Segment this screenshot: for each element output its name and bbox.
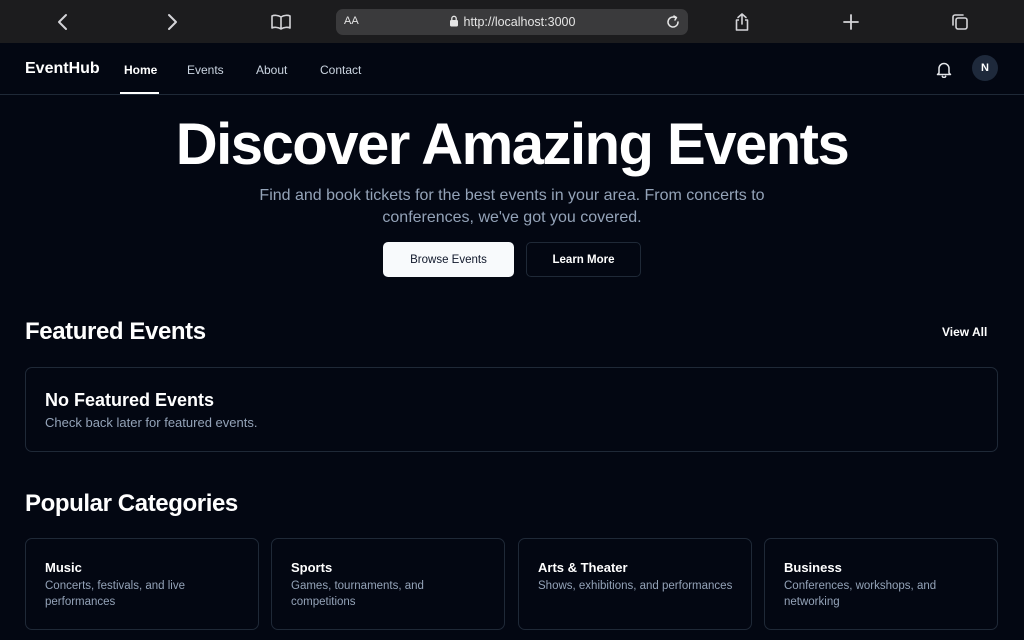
avatar[interactable]: N: [972, 55, 998, 81]
active-nav-indicator: [120, 92, 159, 94]
forward-icon[interactable]: [158, 8, 186, 36]
learn-more-button[interactable]: Learn More: [526, 242, 641, 277]
nav-about[interactable]: About: [256, 63, 287, 77]
brand-logo[interactable]: EventHub: [25, 60, 100, 78]
browser-toolbar: AA http://localhost:3000: [0, 0, 1024, 43]
site-header: EventHub Home Events About Contact N: [0, 43, 1024, 95]
category-description: Shows, exhibitions, and performances: [538, 580, 733, 592]
empty-state-message: Check back later for featured events.: [45, 415, 258, 430]
hero-title: Discover Amazing Events: [175, 112, 850, 177]
share-icon[interactable]: [728, 8, 756, 36]
back-icon[interactable]: [49, 8, 77, 36]
category-description: Games, tournaments, and competitions: [291, 580, 424, 608]
hero-subtitle: Find and book tickets for the best event…: [259, 187, 765, 226]
category-card-sports[interactable]: Sports Games, tournaments, and competiti…: [271, 538, 505, 630]
empty-state-title: No Featured Events: [45, 390, 215, 410]
reader-icon[interactable]: [267, 8, 295, 36]
lock-icon: [449, 15, 459, 30]
nav-home[interactable]: Home: [124, 63, 157, 77]
featured-empty-card: No Featured Events Check back later for …: [25, 367, 998, 452]
tabs-icon[interactable]: [946, 8, 974, 36]
category-card-music[interactable]: Music Concerts, festivals, and live perf…: [25, 538, 259, 630]
browse-events-button[interactable]: Browse Events: [383, 242, 514, 277]
category-description: Concerts, festivals, and live performanc…: [45, 580, 185, 608]
new-tab-icon[interactable]: [837, 8, 865, 36]
category-card-arts-theater[interactable]: Arts & Theater Shows, exhibitions, and p…: [518, 538, 752, 630]
categories-title: Popular Categories: [25, 490, 238, 517]
bell-icon[interactable]: [934, 59, 954, 79]
url-text: http://localhost:3000: [463, 15, 576, 29]
reload-icon[interactable]: [664, 13, 682, 31]
address-bar[interactable]: AA http://localhost:3000: [336, 9, 688, 35]
category-description: Conferences, workshops, and networking: [784, 580, 937, 608]
category-name: Business: [784, 560, 842, 575]
category-card-business[interactable]: Business Conferences, workshops, and net…: [764, 538, 998, 630]
featured-title: Featured Events: [25, 318, 206, 345]
nav-events[interactable]: Events: [187, 63, 224, 77]
category-name: Sports: [291, 560, 333, 575]
nav-contact[interactable]: Contact: [320, 63, 361, 77]
view-all-link[interactable]: View All: [942, 325, 987, 339]
category-name: Arts & Theater: [538, 560, 628, 575]
category-name: Music: [45, 560, 82, 575]
